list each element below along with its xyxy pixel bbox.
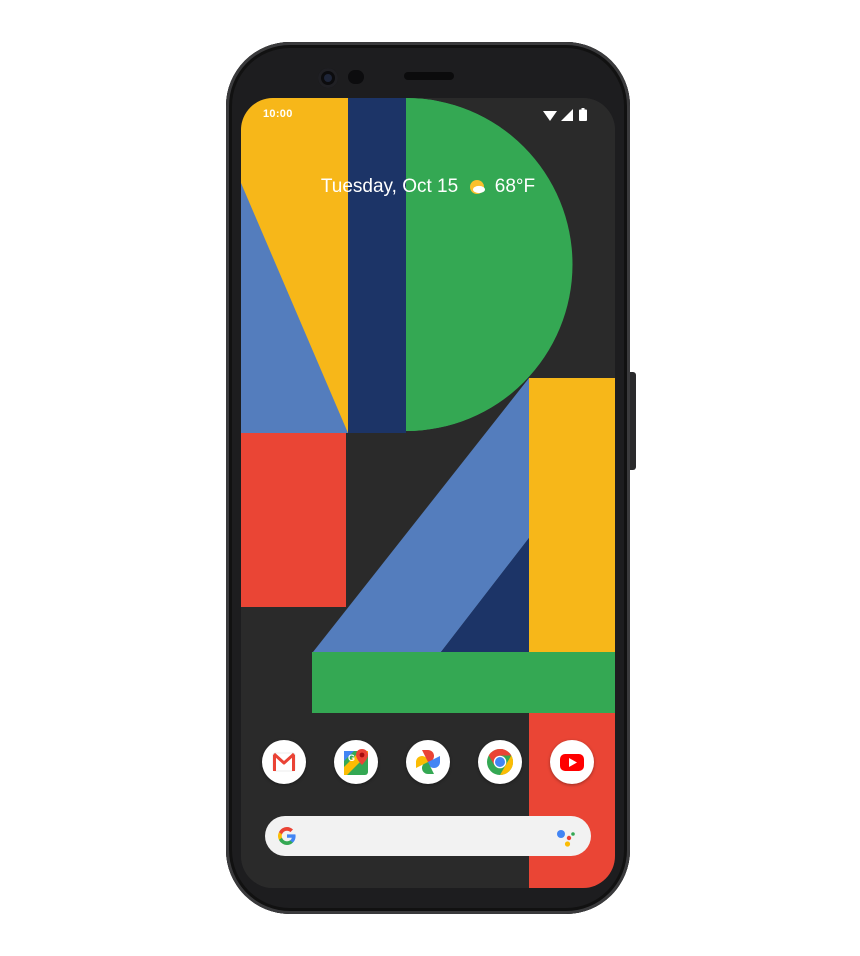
- google-g-icon: [278, 827, 296, 845]
- app-youtube[interactable]: [550, 740, 594, 784]
- maps-icon: G: [344, 749, 368, 775]
- youtube-icon: [560, 754, 584, 771]
- gmail-icon: [272, 752, 296, 772]
- status-icons: [543, 108, 591, 122]
- app-dock: G: [241, 740, 615, 788]
- chrome-icon: [487, 748, 514, 776]
- app-photos[interactable]: [406, 740, 450, 784]
- app-gmail[interactable]: [262, 740, 306, 784]
- svg-text:G: G: [348, 753, 355, 763]
- front-camera-icon: [318, 68, 338, 88]
- partly-sunny-icon: [470, 180, 486, 194]
- app-maps[interactable]: G: [334, 740, 378, 784]
- google-assistant-icon[interactable]: [555, 826, 577, 848]
- battery-icon: [579, 108, 587, 121]
- photos-icon: [416, 750, 440, 774]
- proximity-sensor: [348, 70, 364, 84]
- date-text: Tuesday, Oct 15: [320, 176, 459, 197]
- cellular-signal-icon: [561, 109, 573, 121]
- power-button: [630, 372, 636, 470]
- google-search-bar[interactable]: [265, 816, 591, 856]
- home-screen: 10:00 Tuesday, Oct 15 68°F G: [241, 98, 615, 888]
- app-chrome[interactable]: [478, 740, 522, 784]
- earpiece-speaker: [404, 72, 454, 80]
- wifi-icon: [543, 111, 557, 121]
- temperature-text: 68°F: [494, 176, 536, 197]
- status-time: 10:00: [263, 108, 293, 120]
- at-a-glance[interactable]: Tuesday, Oct 15 68°F: [241, 176, 615, 198]
